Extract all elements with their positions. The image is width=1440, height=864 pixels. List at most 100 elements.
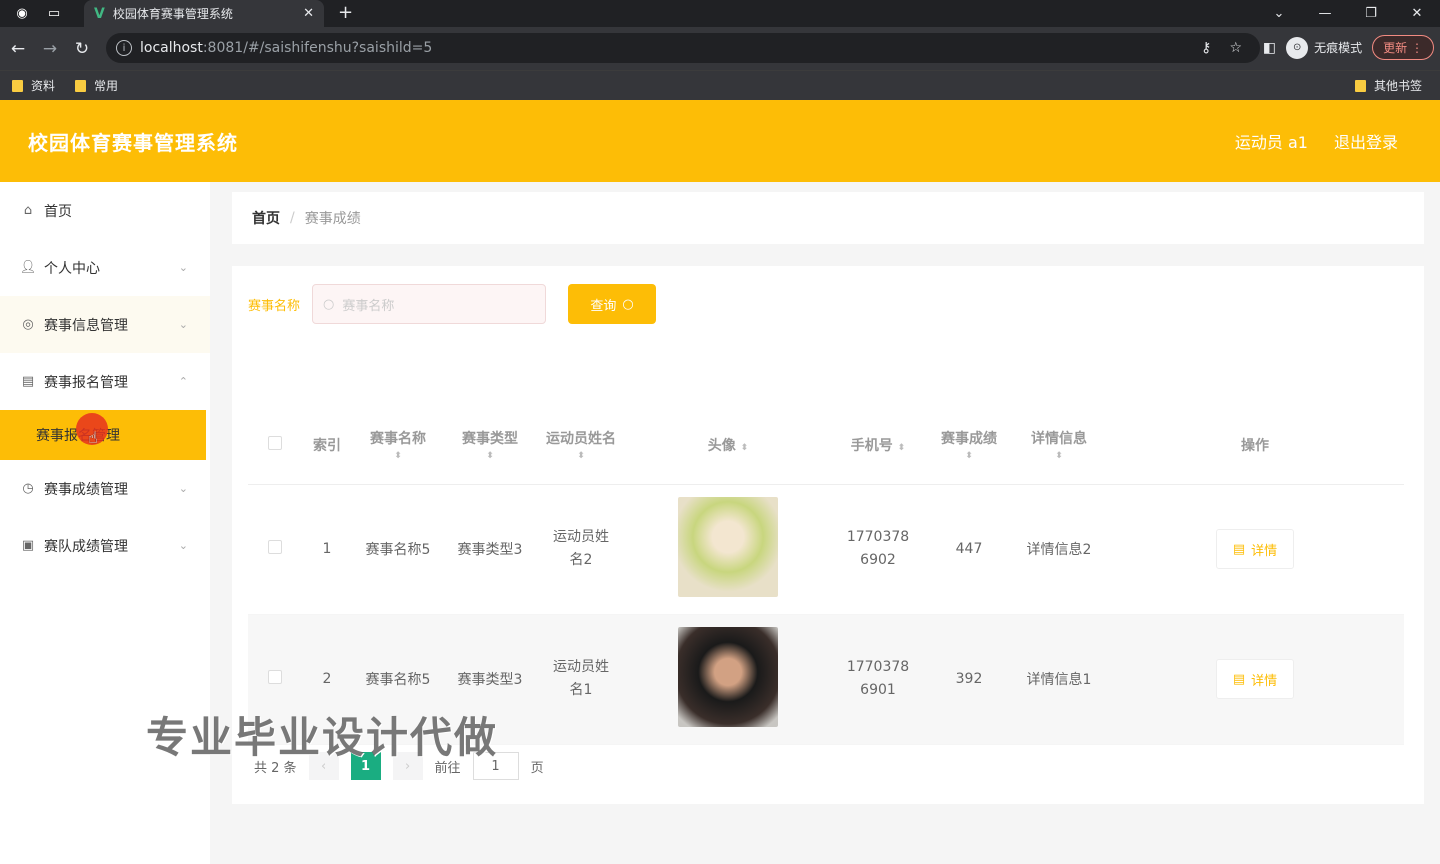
sort-icon: ⬍: [394, 451, 402, 462]
cell-detail: 详情信息2: [1012, 484, 1106, 615]
detail-button[interactable]: ▤ 详情: [1216, 529, 1294, 569]
cell-detail: 详情信息1: [1012, 614, 1106, 745]
side-panel-icon[interactable]: ◧: [1263, 40, 1276, 56]
col-detail[interactable]: 详情信息 ⬍: [1012, 406, 1106, 484]
search-input[interactable]: ○ 赛事名称: [312, 284, 547, 324]
reload-icon[interactable]: ↻: [66, 39, 98, 59]
bookmark-folder-ziliao[interactable]: 资料: [12, 77, 55, 94]
document-icon: ▤: [1232, 671, 1246, 687]
chevron-down-icon: ⌄: [178, 482, 188, 495]
restore-icon[interactable]: ❐: [1348, 0, 1394, 27]
col-type[interactable]: 赛事类型 ⬍: [444, 406, 536, 484]
bookmark-folder-other[interactable]: 其他书签: [1354, 77, 1422, 94]
search-label: 赛事名称: [248, 298, 301, 314]
sidebar-subitem-registration[interactable]: 赛事报名管理 ☝: [0, 410, 206, 460]
home-icon: ⌂: [23, 203, 33, 218]
col-phone[interactable]: 手机号 ⬍: [830, 406, 926, 484]
tab-title: 校园体育赛事管理系统: [112, 7, 233, 21]
sort-icon: ⬍: [965, 451, 973, 462]
update-button[interactable]: 更新 ⋮: [1372, 35, 1434, 60]
col-athlete[interactable]: 运动员姓名 ⬍: [536, 406, 626, 484]
chevron-up-icon: ⌃: [178, 375, 188, 388]
window-controls: ⌄ — ❐ ✕: [1256, 0, 1440, 27]
key-icon[interactable]: ⚷: [1201, 40, 1211, 56]
sort-icon: ⬍: [1055, 451, 1063, 462]
current-user: 运动员 a1: [1234, 133, 1308, 152]
sort-icon: ⬍: [740, 442, 749, 453]
col-ops: 操作: [1241, 437, 1269, 454]
row-checkbox[interactable]: [268, 540, 282, 554]
site-info-icon[interactable]: i: [116, 40, 132, 56]
browser-toolbar: ← → ↻ i localhost :8081/#/saishifenshu?s…: [0, 27, 1440, 70]
chevron-down-icon: ⌄: [178, 318, 188, 331]
cell-avatar: [626, 614, 830, 745]
cell-athlete: 运动员姓名1: [536, 614, 626, 745]
url-path: :8081/#/saishifenshu?saishild=5: [202, 40, 433, 56]
search-icon: ○: [323, 296, 335, 312]
tab-list-icon[interactable]: ⌄: [1256, 0, 1302, 27]
sort-icon: ⬍: [577, 451, 585, 462]
cell-phone: 17703786902: [830, 484, 926, 615]
breadcrumb: 首页 / 赛事成绩: [232, 192, 1424, 244]
folder-icon: [1354, 79, 1366, 92]
table-header-row: 索引 赛事名称 ⬍ 赛事类型 ⬍ 运动员姓名 ⬍ 头像 ⬍ 手机号 ⬍ 赛事成绩 ⬍ 详…: [248, 406, 1404, 484]
avatar-image[interactable]: [678, 497, 778, 597]
breadcrumb-home[interactable]: 首页: [252, 208, 280, 228]
sidebar-item-home[interactable]: ⌂ 首页: [0, 182, 210, 239]
minimize-icon[interactable]: —: [1302, 0, 1348, 27]
incognito-label: 无痕模式: [1314, 41, 1363, 55]
tab-close-icon[interactable]: ✕: [303, 6, 314, 21]
incognito-icon: ⊙: [1286, 36, 1309, 59]
sort-icon: ⬍: [897, 442, 906, 453]
detail-button[interactable]: ▤ 详情: [1216, 659, 1294, 699]
bookmark-star-icon[interactable]: ☆: [1229, 40, 1242, 56]
col-index: 索引: [313, 437, 341, 454]
incognito-indicator[interactable]: ⊙ 无痕模式: [1286, 36, 1363, 59]
select-all-checkbox[interactable]: [268, 435, 282, 450]
avatar-image[interactable]: [678, 627, 778, 727]
chrome-menu-icon[interactable]: ◉: [12, 4, 32, 24]
sidebar-item-event-info[interactable]: ◎ 赛事信息管理 ⌄: [0, 296, 210, 353]
row-checkbox[interactable]: [268, 670, 282, 684]
folder-icon: [12, 79, 23, 92]
breadcrumb-separator: /: [290, 210, 295, 226]
forward-icon[interactable]: →: [34, 39, 66, 59]
tab-search-icon[interactable]: ▭: [44, 4, 64, 24]
sidebar-item-registration[interactable]: ▤ 赛事报名管理 ⌃: [0, 353, 210, 410]
sidebar-item-team-scores[interactable]: ▣ 赛队成绩管理 ⌄: [0, 517, 210, 574]
search-icon: ○: [622, 296, 634, 312]
bookmark-folder-changyong[interactable]: 常用: [75, 77, 118, 94]
sidebar-item-scores[interactable]: ◷ 赛事成绩管理 ⌄: [0, 460, 210, 517]
browser-tab-strip: ◉ ▭ V 校园体育赛事管理系统 ✕ + ⌄ — ❐ ✕: [0, 0, 1440, 27]
table-row: 1 赛事名称5 赛事类型3 运动员姓名2 17703786902 447 详情信…: [248, 484, 1404, 615]
chevron-down-icon: ⌄: [178, 539, 188, 552]
user-icon: 👤︎: [19, 260, 37, 275]
new-tab-icon[interactable]: +: [338, 2, 353, 23]
cell-type: 赛事类型3: [444, 484, 536, 615]
app-title: 校园体育赛事管理系统: [28, 130, 238, 155]
watermark-overlay: 专业毕业设计代做: [146, 713, 499, 762]
browser-tab[interactable]: V 校园体育赛事管理系统 ✕: [84, 0, 324, 27]
search-placeholder: 赛事名称: [342, 298, 395, 314]
cell-score: 447: [926, 484, 1012, 615]
address-bar[interactable]: i localhost :8081/#/saishifenshu?saishil…: [106, 33, 1260, 63]
cell-score: 392: [926, 614, 1012, 745]
logout-link[interactable]: 退出登录: [1334, 129, 1398, 153]
calendar-x-icon: ▣: [21, 538, 35, 553]
search-form: 赛事名称 ○ 赛事名称 查询 ○: [248, 284, 1408, 324]
col-name[interactable]: 赛事名称 ⬍: [352, 406, 444, 484]
app-header: 校园体育赛事管理系统 运动员 a1 退出登录: [0, 100, 1440, 182]
results-table: 索引 赛事名称 ⬍ 赛事类型 ⬍ 运动员姓名 ⬍ 头像 ⬍ 手机号 ⬍ 赛事成绩 ⬍ 详…: [248, 406, 1404, 745]
sidebar-item-profile[interactable]: 👤︎ 个人中心 ⌄: [0, 239, 210, 296]
cell-phone: 17703786901: [830, 614, 926, 745]
col-avatar[interactable]: 头像 ⬍: [626, 406, 830, 484]
cell-index: 1: [302, 484, 352, 615]
folder-icon: [75, 79, 87, 92]
search-button[interactable]: 查询 ○: [568, 284, 657, 324]
col-score[interactable]: 赛事成绩 ⬍: [926, 406, 1012, 484]
url-host: localhost: [140, 40, 203, 56]
back-icon[interactable]: ←: [2, 39, 34, 59]
cell-athlete: 运动员姓名2: [536, 484, 626, 615]
close-window-icon[interactable]: ✕: [1394, 0, 1440, 27]
clock-icon: ◷: [22, 481, 34, 496]
